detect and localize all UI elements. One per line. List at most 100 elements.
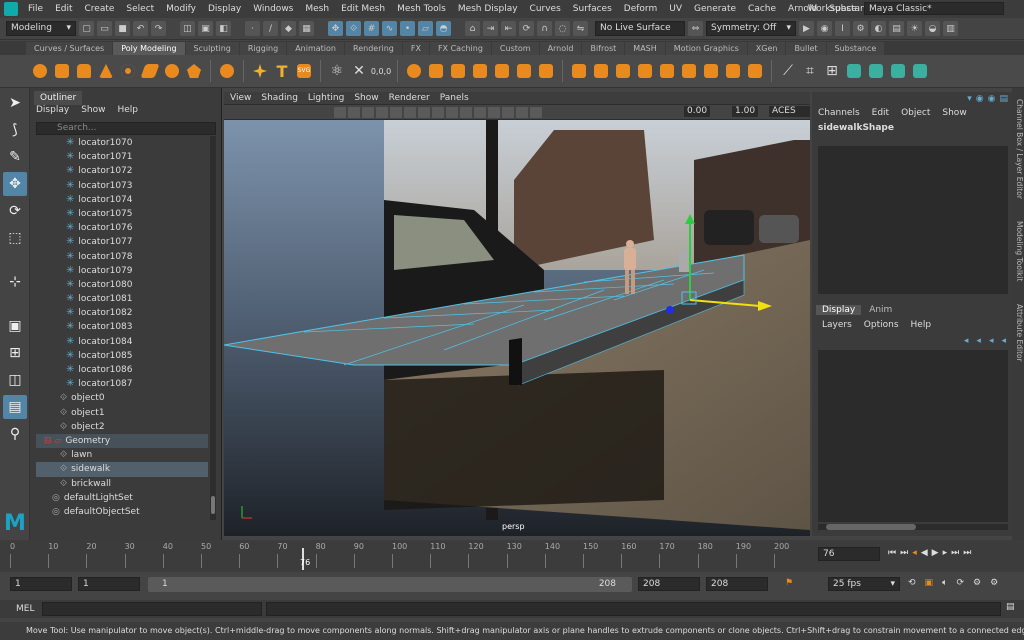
menu-mesh-display[interactable]: Mesh Display <box>452 4 524 14</box>
channel-menu-object[interactable]: Object <box>901 108 930 118</box>
gamma-field[interactable]: 1.00 <box>732 106 759 117</box>
separate-icon[interactable]: ✕ <box>349 61 369 81</box>
reflection-icon[interactable]: ⇋ <box>573 21 588 36</box>
viewport-menu-view[interactable]: View <box>230 92 251 104</box>
layer-scrollbar[interactable] <box>818 524 1008 530</box>
outliner-item[interactable]: ⟐ object0 <box>36 391 208 405</box>
auto-uv-icon[interactable]: ⌗ <box>800 61 820 81</box>
menu-edit-mesh[interactable]: Edit Mesh <box>335 4 391 14</box>
append-polygon-icon[interactable] <box>635 61 655 81</box>
remesh-icon[interactable] <box>514 61 534 81</box>
outliner-item[interactable]: ✳ locator1077 <box>36 235 208 249</box>
rotate-tool-icon[interactable]: ⟳ <box>3 199 27 223</box>
menu-curves[interactable]: Curves <box>524 4 567 14</box>
poly-disc-icon[interactable] <box>162 61 182 81</box>
render-settings-icon[interactable]: ⚙ <box>853 21 868 36</box>
step-forward-icon[interactable]: ▸ <box>943 548 948 558</box>
menu-surfaces[interactable]: Surfaces <box>567 4 618 14</box>
search-icon[interactable]: ⚲ <box>3 422 27 446</box>
snap-grid-icon[interactable]: # <box>364 21 379 36</box>
menu-file[interactable]: File <box>22 4 49 14</box>
exposure-field[interactable]: 0.00 <box>684 106 711 117</box>
symmetry-dropdown[interactable]: Symmetry: Off ▾ <box>706 21 796 36</box>
outliner-item[interactable]: ◎ defaultObjectSet <box>36 505 208 519</box>
shelf-tab-bullet[interactable]: Bullet <box>786 42 826 55</box>
grid-icon[interactable] <box>348 106 360 118</box>
menu-mesh[interactable]: Mesh <box>299 4 335 14</box>
outliner-item[interactable]: ⟐ lawn <box>36 448 208 462</box>
edge-loop-icon[interactable] <box>679 61 699 81</box>
step-forward-key-icon[interactable]: ⏭ <box>951 548 959 558</box>
select-vertex-icon[interactable]: · <box>245 21 260 36</box>
move-layer-down-icon[interactable]: ◂ <box>976 336 981 346</box>
shelf-tab-curves-surfaces[interactable]: Curves / Surfaces <box>26 42 113 55</box>
viewport-menu-shading[interactable]: Shading <box>261 92 298 104</box>
current-frame-field[interactable]: 76 <box>818 547 880 561</box>
insert-edge-loop-icon[interactable] <box>701 61 721 81</box>
bevel-icon[interactable] <box>613 61 633 81</box>
menu-mesh-tools[interactable]: Mesh Tools <box>391 4 452 14</box>
render-icon[interactable]: ◉ <box>817 21 832 36</box>
play-backward-icon[interactable]: ◀ <box>921 548 928 558</box>
outliner-item[interactable]: ◎ defaultLightSet <box>36 491 208 505</box>
cluster-icon[interactable] <box>888 61 908 81</box>
outliner-menu-help[interactable]: Help <box>117 105 138 115</box>
outliner-item[interactable]: ✳ locator1072 <box>36 164 208 178</box>
outliner-item[interactable]: ✳ locator1071 <box>36 150 208 164</box>
poly-sphere-icon[interactable] <box>30 61 50 81</box>
lattice-icon[interactable] <box>866 61 886 81</box>
start-time-field[interactable]: 1 <box>10 577 72 591</box>
dof-icon[interactable] <box>460 106 472 118</box>
time-slider[interactable]: 0 10 20 30 40 50 60 70 80 90 100 110 120 130 140 150 160… <box>0 540 1024 572</box>
save-scene-icon[interactable]: ■ <box>115 21 130 36</box>
outliner-item[interactable]: ✳ locator1070 <box>36 136 208 150</box>
shelf-tab-fx-caching[interactable]: FX Caching <box>429 42 491 55</box>
mode-dropdown[interactable]: Modeling ▾ <box>6 21 76 36</box>
snap-plane-icon[interactable]: ▱ <box>418 21 433 36</box>
layer-tab-display[interactable]: Display <box>816 305 862 315</box>
xray-icon[interactable] <box>488 106 500 118</box>
combine-icon[interactable]: ⚛ <box>327 61 347 81</box>
outliner-item[interactable]: ✳ locator1086 <box>36 363 208 377</box>
open-scene-icon[interactable]: ▭ <box>97 21 112 36</box>
outliner-item[interactable]: ⟐ object2 <box>36 420 208 434</box>
outliner-item[interactable]: ✳ locator1078 <box>36 250 208 264</box>
poly-torus-icon[interactable] <box>118 61 138 81</box>
boolean-icon[interactable] <box>404 61 424 81</box>
outliner-item[interactable]: ✳ locator1073 <box>36 179 208 193</box>
output-icon[interactable]: ⇤ <box>501 21 516 36</box>
poly-cone-icon[interactable] <box>96 61 116 81</box>
sound-icon[interactable]: 🔈︎ <box>942 578 947 588</box>
layer-tab-anim[interactable]: Anim <box>863 305 898 315</box>
menu-uv[interactable]: UV <box>663 4 688 14</box>
sweep-mesh-icon[interactable] <box>250 61 270 81</box>
side-tab-modeling-toolkit[interactable]: Modeling Toolkit <box>1012 216 1024 286</box>
fps-dropdown[interactable]: 25 fps ▾ <box>828 577 900 591</box>
menu-edit[interactable]: Edit <box>49 4 78 14</box>
outliner-item[interactable]: ✳ locator1085 <box>36 349 208 363</box>
go-to-end-icon[interactable]: ⏭ <box>963 548 971 558</box>
outliner-item[interactable]: ✳ locator1084 <box>36 335 208 349</box>
outliner-item[interactable]: ✳ locator1082 <box>36 306 208 320</box>
step-back-key-icon[interactable]: ⏭ <box>900 548 908 558</box>
extrude-icon[interactable] <box>569 61 589 81</box>
cache-icon[interactable]: ▣ <box>925 578 934 588</box>
menu-generate[interactable]: Generate <box>688 4 742 14</box>
smooth-icon[interactable]: 0,0,0 <box>371 61 391 81</box>
channel-menu-edit[interactable]: Edit <box>872 108 889 118</box>
outliner-menu-display[interactable]: Display <box>36 105 69 115</box>
shelf-tab-substance[interactable]: Substance <box>826 42 885 55</box>
arnold-render-icon[interactable]: ◒ <box>925 21 940 36</box>
render-frame-icon[interactable]: ▶ <box>799 21 814 36</box>
light-editor-icon[interactable]: ☀ <box>907 21 922 36</box>
outliner-item[interactable]: ⊟ ▱ Geometry <box>36 433 208 449</box>
scale-tool-icon[interactable]: ⬚ <box>3 226 27 250</box>
ipr-render-icon[interactable]: I <box>835 21 850 36</box>
channel-box-icon[interactable]: ▤ <box>999 94 1008 104</box>
layer-menu-help[interactable]: Help <box>911 320 932 330</box>
outliner-item[interactable]: ✳ locator1080 <box>36 278 208 292</box>
shelf-tab-mash[interactable]: MASH <box>625 42 665 55</box>
multi-cut-icon[interactable] <box>657 61 677 81</box>
camera-icon[interactable] <box>334 106 346 118</box>
outliner-menu-show[interactable]: Show <box>81 105 105 115</box>
